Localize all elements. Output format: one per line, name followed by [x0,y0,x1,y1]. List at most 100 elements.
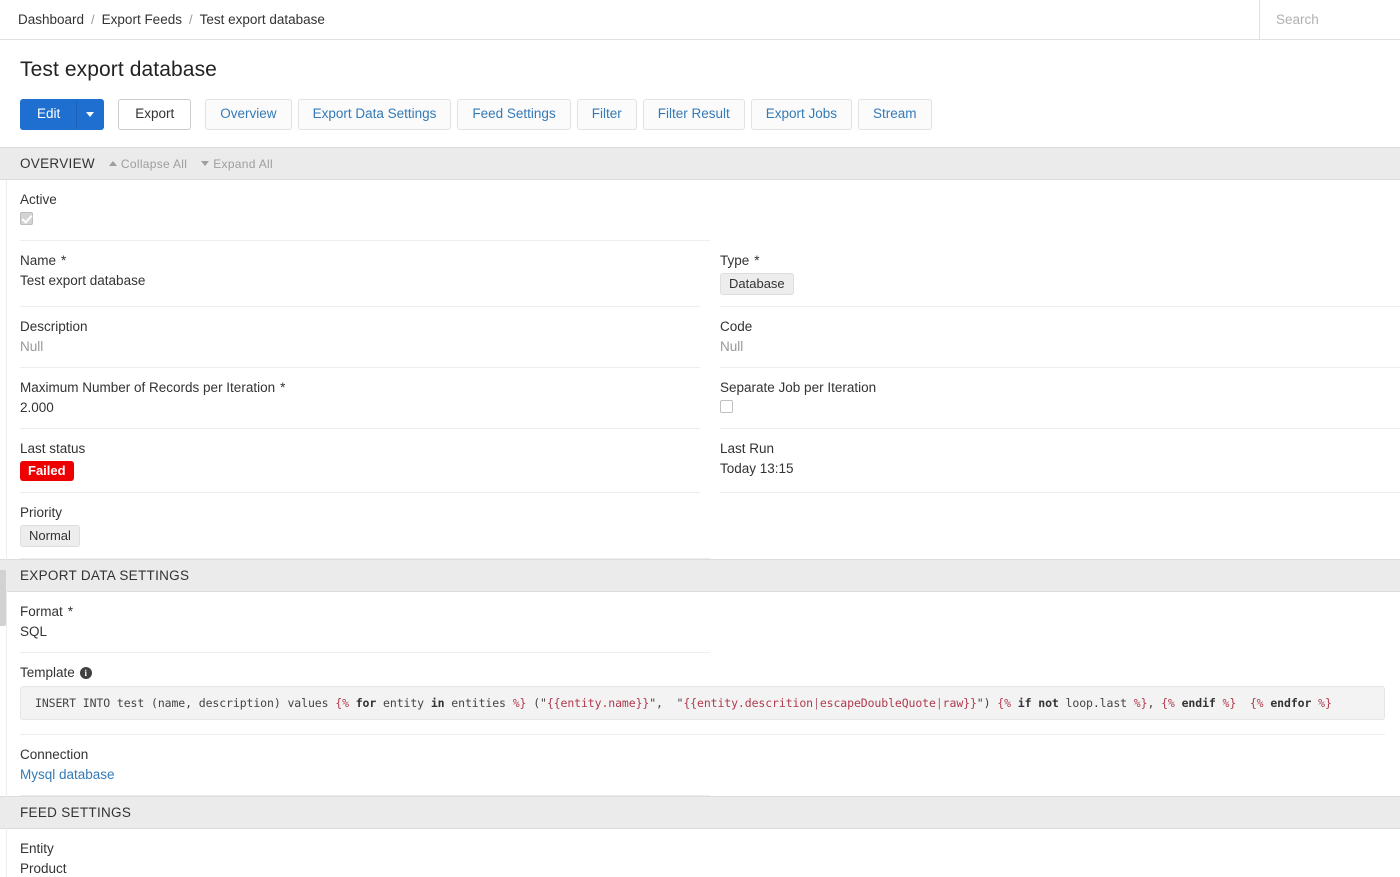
field-value: Null [20,339,44,354]
top-bar: Dashboard / Export Feeds / Test export d… [0,0,1400,40]
field-label: Description [20,319,88,334]
field-active: Active [20,180,710,241]
edit-button-group: Edit [20,99,105,130]
field-max-records: Maximum Number of Records per Iteration *… [20,368,700,429]
field-value: Null [720,339,744,354]
required-marker: * [61,253,67,268]
tab-bar: Overview Export Data Settings Feed Setti… [205,99,932,130]
action-bar: Edit Export Overview Export Data Setting… [0,82,1400,147]
field-label: Last Run [720,441,775,456]
field-label: Code [720,319,753,334]
field-value [720,400,1400,417]
field-name: Name * Test export database [20,241,700,307]
tab-filter-result[interactable]: Filter Result [642,99,745,130]
separate-job-checkbox[interactable] [720,400,733,413]
search-container [1260,0,1400,39]
tab-export-jobs[interactable]: Export Jobs [750,99,853,130]
breadcrumb: Dashboard / Export Feeds / Test export d… [0,0,1260,39]
field-label: Template i [20,665,1385,680]
field-description: Description Null [20,307,700,368]
page-title: Test export database [20,58,217,81]
chevron-down-icon [86,111,95,117]
field-label: Separate Job per Iteration [720,380,877,395]
overview-fields: Active Name * Test export database Type * … [0,180,1400,559]
info-icon[interactable]: i [79,666,92,679]
feed-settings-fields: Entity Product Sort Order (field) Sort O… [0,829,1400,877]
field-value: Database [720,273,1400,295]
field-label: Format * [20,604,710,619]
field-row-template: Template i INSERT INTO test (name, descr… [0,653,1400,735]
field-value: Product [20,861,67,876]
export-data-settings-fields: Format * SQL Template i INSERT INTO test … [0,592,1400,796]
sidebar-drag-handle[interactable] [0,570,6,626]
edit-button[interactable]: Edit [20,99,78,130]
field-label-text: Type [720,253,750,268]
field-label: Last status [20,441,86,456]
field-row-description-code: Description Null Code Null [0,307,1400,368]
section-header-feed-settings: FEED SETTINGS [0,796,1400,829]
chevron-down-icon [201,161,210,166]
field-type: Type * Database [720,241,1400,307]
tab-export-data-settings[interactable]: Export Data Settings [297,99,452,130]
edit-dropdown-toggle[interactable] [77,99,105,130]
required-marker: * [280,380,286,395]
field-format: Format * SQL [20,592,710,653]
field-row-format: Format * SQL [0,592,1400,653]
field-label: Priority [20,505,63,520]
tab-overview[interactable]: Overview [205,99,292,130]
field-value: Today 13:15 [720,461,794,476]
field-value: 2.000 [20,400,54,415]
status-badge: Failed [20,461,74,481]
breadcrumb-item-current: Test export database [199,12,325,27]
field-code: Code Null [720,307,1400,368]
field-label-text: Format [20,604,63,619]
field-row-entity: Entity Product [0,829,1400,877]
expand-all-button[interactable]: Expand All [201,157,273,171]
field-template: Template i INSERT INTO test (name, descr… [20,653,1385,735]
collapse-all-label: Collapse All [120,156,188,171]
field-label-text: Maximum Number of Records per Iteration [20,380,276,395]
field-label: Entity [20,841,54,856]
field-row-active: Active [0,180,1400,241]
field-separate-job: Separate Job per Iteration [720,368,1400,429]
field-connection: Connection Mysql database [20,735,710,796]
export-button[interactable]: Export [118,99,192,130]
connection-link[interactable]: Mysql database [20,767,115,782]
expand-all-label: Expand All [213,156,273,171]
tab-stream[interactable]: Stream [858,99,932,130]
section-header-overview: OVERVIEW Collapse All Expand All [0,147,1400,180]
field-row-name-type: Name * Test export database Type * Databas… [0,241,1400,307]
field-row-max-records: Maximum Number of Records per Iteration *… [0,368,1400,429]
field-row-status: Last status Failed Last Run Today 13:15 [0,429,1400,493]
field-label: Type * [720,253,1400,268]
field-last-run: Last Run Today 13:15 [720,429,1400,493]
priority-badge: Normal [20,525,80,547]
field-label: Connection [20,747,89,762]
field-value: Failed [20,461,700,481]
breadcrumb-item-export-feeds[interactable]: Export Feeds [102,12,182,27]
tab-feed-settings[interactable]: Feed Settings [457,99,571,130]
field-label: Maximum Number of Records per Iteration * [20,380,700,395]
field-row-connection: Connection Mysql database [0,735,1400,796]
search-input[interactable] [1274,11,1400,28]
active-checkbox[interactable] [20,212,33,225]
tab-filter[interactable]: Filter [576,99,637,130]
breadcrumb-separator: / [188,12,193,27]
required-marker: * [754,253,760,268]
section-title-overview: OVERVIEW [20,156,95,171]
left-rail-divider [6,180,7,877]
breadcrumb-separator: / [91,12,95,27]
collapse-all-button[interactable]: Collapse All [108,156,188,171]
field-value [20,212,710,229]
template-code-block: INSERT INTO test (name, description) val… [20,686,1385,720]
field-priority: Priority Normal [20,493,710,559]
breadcrumb-item-dashboard[interactable]: Dashboard [18,12,84,27]
field-value: Test export database [20,273,146,288]
field-value: SQL [20,624,48,639]
field-value: Mysql database [20,767,710,784]
type-badge: Database [720,273,794,295]
field-label: Name * [20,253,700,268]
template-code-text: INSERT INTO test (name, description) val… [35,696,1332,710]
field-label-text: Template [20,665,75,680]
field-last-status: Last status Failed [20,429,700,493]
